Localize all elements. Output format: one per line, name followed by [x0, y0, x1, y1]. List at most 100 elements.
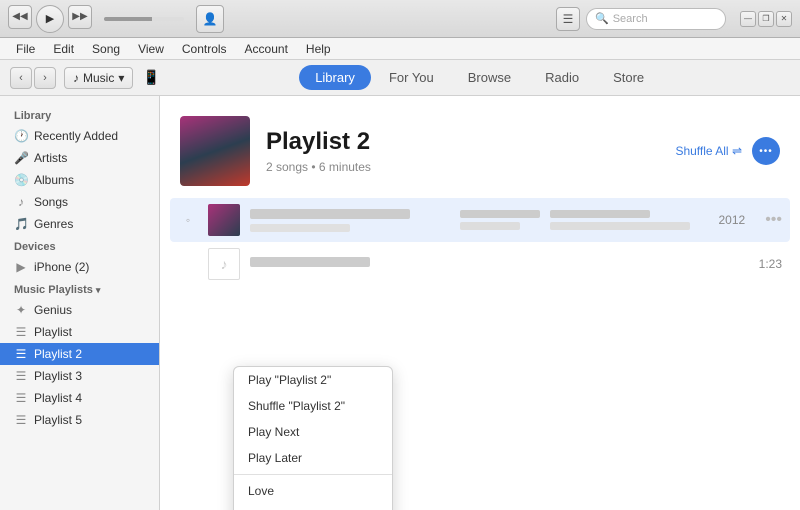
sidebar-item-artists[interactable]: 🎤 Artists: [0, 147, 159, 169]
user-icon[interactable]: 👤: [196, 5, 224, 33]
track-right-bars: [550, 210, 690, 230]
rewind-button[interactable]: ◀◀: [8, 5, 32, 29]
minimize-button[interactable]: —: [740, 11, 756, 27]
ctx-dislike[interactable]: Dislike: [234, 504, 392, 510]
sidebar-label-playlist3: Playlist 3: [34, 369, 82, 383]
track-more-button[interactable]: •••: [765, 211, 782, 229]
track-row[interactable]: ♪ 1:23: [170, 242, 790, 286]
sidebar-label-recently-added: Recently Added: [34, 129, 118, 143]
track-artwork-empty: ♪: [208, 248, 240, 280]
track-artwork: [208, 204, 240, 236]
tab-store[interactable]: Store: [597, 65, 660, 90]
ctx-play-playlist[interactable]: Play "Playlist 2": [234, 367, 392, 393]
track-right-bar1: [550, 210, 650, 218]
tab-for-you[interactable]: For You: [373, 65, 450, 90]
track-detail-bar1: [460, 210, 540, 218]
ctx-play-next[interactable]: Play Next: [234, 419, 392, 445]
playlist4-icon: ☰: [14, 391, 28, 405]
sidebar-item-playlist5[interactable]: ☰ Playlist 5: [0, 409, 159, 431]
devices-section-title: Devices: [0, 235, 159, 256]
close-button[interactable]: ✕: [776, 11, 792, 27]
shuffle-icon: ⇌: [732, 144, 742, 158]
sidebar-item-playlist2[interactable]: ☰ Playlist 2: [0, 343, 159, 365]
playlist-header: Playlist 2 2 songs • 6 minutes Shuffle A…: [160, 96, 800, 198]
playlists-section-title: Music Playlists ▾: [0, 278, 159, 299]
title-bar-right: ☰ 🔍 Search — ❐ ✕: [556, 7, 792, 31]
tab-radio[interactable]: Radio: [529, 65, 595, 90]
track-right-bar2: [550, 222, 690, 230]
menu-edit[interactable]: Edit: [45, 40, 82, 58]
play-button[interactable]: ▶: [36, 5, 64, 33]
playlist-art-inner: [180, 116, 250, 186]
track-info: [250, 209, 450, 232]
menu-bar: File Edit Song View Controls Account Hel…: [0, 38, 800, 60]
search-icon: 🔍: [595, 12, 609, 25]
music-selector[interactable]: ♪ Music ▾: [64, 67, 133, 89]
sidebar-label-songs: Songs: [34, 195, 68, 209]
search-placeholder: Search: [613, 13, 648, 25]
forward-button[interactable]: ›: [34, 67, 56, 89]
disc-icon: 💿: [14, 173, 28, 187]
window-buttons: — ❐ ✕: [740, 11, 792, 27]
menu-account[interactable]: Account: [237, 40, 296, 58]
sidebar-item-recently-added[interactable]: 🕐 Recently Added: [0, 125, 159, 147]
track-duration: 1:23: [747, 257, 782, 271]
genius-icon: ✦: [14, 303, 28, 317]
sidebar-item-songs[interactable]: ♪ Songs: [0, 191, 159, 213]
sidebar-item-playlist[interactable]: ☰ Playlist: [0, 321, 159, 343]
volume-slider[interactable]: [104, 17, 184, 21]
maximize-button[interactable]: ❐: [758, 11, 774, 27]
menu-help[interactable]: Help: [298, 40, 339, 58]
search-box[interactable]: 🔍 Search: [586, 8, 726, 30]
sidebar-item-albums[interactable]: 💿 Albums: [0, 169, 159, 191]
chevron-down-icon: ▾: [118, 71, 124, 85]
back-button[interactable]: ‹: [10, 67, 32, 89]
ctx-shuffle-playlist[interactable]: Shuffle "Playlist 2": [234, 393, 392, 419]
list-view-button[interactable]: ☰: [556, 7, 580, 31]
shuffle-label: Shuffle All: [675, 144, 728, 158]
sidebar-label-playlist4: Playlist 4: [34, 391, 82, 405]
chevron-playlists-icon: ▾: [96, 285, 101, 296]
main-layout: Library 🕐 Recently Added 🎤 Artists 💿 Alb…: [0, 96, 800, 510]
track-name-bar: [250, 209, 410, 219]
playlist-artwork: [180, 116, 250, 186]
playlist-title: Playlist 2: [266, 128, 659, 156]
menu-controls[interactable]: Controls: [174, 40, 235, 58]
fast-forward-button[interactable]: ▶▶: [68, 5, 92, 29]
ctx-divider-1: [234, 474, 392, 475]
clock-icon: 🕐: [14, 129, 28, 143]
track-list: ◦ 2012 •••: [160, 198, 800, 286]
track-detail-bar2: [460, 222, 520, 230]
nav-bar: ‹ › ♪ Music ▾ 📱 Library For You Browse R…: [0, 60, 800, 96]
playlist-info: Playlist 2 2 songs • 6 minutes: [266, 128, 659, 174]
device-icon[interactable]: 📱: [141, 68, 161, 88]
transport-controls: ◀◀ ▶ ▶▶: [8, 5, 92, 33]
menu-song[interactable]: Song: [84, 40, 128, 58]
track-number: ◦: [178, 213, 198, 227]
music-label: Music: [83, 71, 114, 85]
music-note-icon: ♪: [73, 71, 79, 85]
sidebar-item-playlist3[interactable]: ☰ Playlist 3: [0, 365, 159, 387]
more-button[interactable]: •••: [752, 137, 780, 165]
sidebar-label-playlist2: Playlist 2: [34, 347, 82, 361]
track-artist-bar: [250, 224, 350, 232]
playlist2-icon: ☰: [14, 347, 28, 361]
context-menu: Play "Playlist 2" Shuffle "Playlist 2" P…: [233, 366, 393, 510]
playlists-label: Music Playlists: [14, 284, 93, 296]
tab-library[interactable]: Library: [299, 65, 371, 90]
menu-file[interactable]: File: [8, 40, 43, 58]
title-bar: ◀◀ ▶ ▶▶ 👤 ☰ 🔍 Search — ❐ ✕: [0, 0, 800, 38]
sidebar-item-genius[interactable]: ✦ Genius: [0, 299, 159, 321]
sidebar-item-iphone[interactable]: ▶ iPhone (2): [0, 256, 159, 278]
shuffle-button[interactable]: Shuffle All ⇌: [675, 144, 742, 158]
playlist-meta: 2 songs • 6 minutes: [266, 160, 659, 174]
music-icon: 🎵: [14, 217, 28, 231]
sidebar-item-playlist4[interactable]: ☰ Playlist 4: [0, 387, 159, 409]
track-row[interactable]: ◦ 2012 •••: [170, 198, 790, 242]
tab-browse[interactable]: Browse: [452, 65, 527, 90]
sidebar-label-iphone: iPhone (2): [34, 260, 89, 274]
ctx-love[interactable]: Love: [234, 478, 392, 504]
sidebar-item-genres[interactable]: 🎵 Genres: [0, 213, 159, 235]
ctx-play-later[interactable]: Play Later: [234, 445, 392, 471]
menu-view[interactable]: View: [130, 40, 172, 58]
